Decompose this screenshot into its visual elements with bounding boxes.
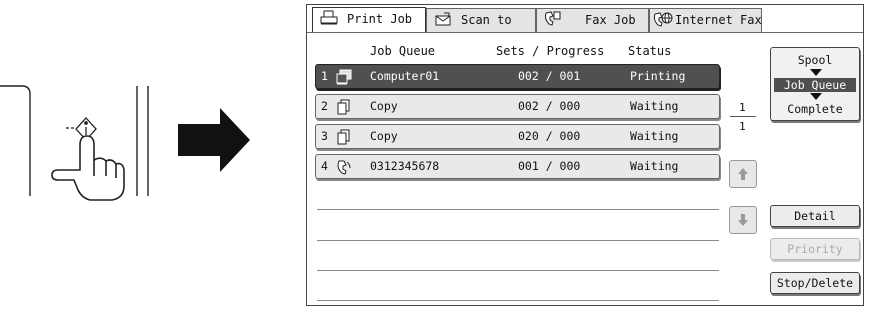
fax-phone-icon	[337, 160, 351, 175]
job-sets-progress: 002 / 000	[518, 99, 581, 113]
column-status: Status	[628, 44, 672, 58]
scroll-up-button[interactable]	[729, 160, 757, 188]
job-row-3[interactable]: 3 Copy 020 / 000 Waiting	[315, 124, 720, 149]
job-status: Waiting	[630, 159, 679, 173]
job-number: 2	[321, 99, 328, 113]
spool-label: Spool	[797, 53, 833, 67]
job-tabs: Print Job Scan to Fax Job Internet Fax	[307, 5, 863, 33]
page-total: 1	[739, 120, 746, 133]
job-number: 1	[321, 69, 328, 83]
tab-scan-to-label: Scan to	[461, 13, 512, 27]
job-name: Computer01	[370, 69, 440, 83]
job-name: Copy	[370, 99, 398, 113]
arrow-down-icon	[738, 214, 748, 226]
tab-internet-fax-label: Internet Fax	[675, 13, 762, 27]
stop-delete-button[interactable]: Stop/Delete	[770, 272, 860, 294]
job-status: Printing	[630, 69, 686, 83]
right-arrow-icon	[178, 108, 250, 172]
job-queue-label: Job Queue	[774, 78, 856, 92]
scroll-down-button[interactable]	[729, 206, 757, 234]
job-name: 0312345678	[370, 159, 440, 173]
job-status: Waiting	[630, 129, 679, 143]
job-number: 3	[321, 129, 328, 143]
triangle-down-icon	[810, 93, 822, 100]
scanner-icon	[435, 12, 451, 26]
fax-icon	[544, 11, 561, 26]
tab-fax-job[interactable]: Fax Job	[536, 8, 649, 32]
queue-selector-button[interactable]: Spool Job Queue Complete	[770, 47, 860, 121]
job-sets-progress: 001 / 000	[518, 159, 581, 173]
empty-row-line	[317, 300, 719, 301]
job-sets-progress: 020 / 000	[518, 129, 581, 143]
instruction-illustration	[0, 0, 300, 309]
job-row-1[interactable]: 1 Computer01 002 / 001 Printing	[315, 64, 720, 89]
job-sets-progress: 002 / 001	[518, 69, 581, 83]
empty-row-line	[317, 209, 719, 210]
priority-button[interactable]: Priority	[770, 238, 860, 260]
empty-row-line	[317, 240, 719, 241]
job-status-panel: Print Job Scan to Fax Job Internet Fax J…	[306, 4, 864, 306]
page-current: 1	[739, 101, 746, 114]
copy-icon	[337, 99, 350, 115]
triangle-down-icon	[810, 69, 822, 76]
job-name: Copy	[370, 129, 398, 143]
tab-print-job[interactable]: Print Job	[312, 7, 426, 32]
detail-button[interactable]: Detail	[770, 205, 860, 227]
empty-row-line	[317, 270, 719, 271]
job-row-2[interactable]: 2 Copy 002 / 000 Waiting	[315, 94, 720, 119]
page-divider	[730, 116, 756, 117]
tab-scan-to[interactable]: Scan to	[426, 8, 536, 32]
job-number: 4	[321, 159, 328, 173]
tab-fax-job-label: Fax Job	[585, 13, 636, 27]
tab-internet-fax[interactable]: Internet Fax	[649, 8, 762, 32]
column-job-queue: Job Queue	[370, 44, 436, 58]
internet-fax-icon	[653, 12, 673, 27]
complete-label: Complete	[787, 102, 843, 116]
hand-pointer-icon	[51, 135, 125, 201]
printer-icon	[320, 10, 338, 25]
computer-icon	[336, 69, 352, 85]
copy-icon	[337, 129, 350, 145]
job-row-4[interactable]: 4 0312345678 001 / 000 Waiting	[315, 154, 720, 179]
job-status: Waiting	[630, 99, 679, 113]
arrow-up-icon	[738, 168, 748, 180]
column-sets-progress: Sets / Progress	[496, 44, 605, 58]
tab-print-job-label: Print Job	[347, 12, 413, 26]
